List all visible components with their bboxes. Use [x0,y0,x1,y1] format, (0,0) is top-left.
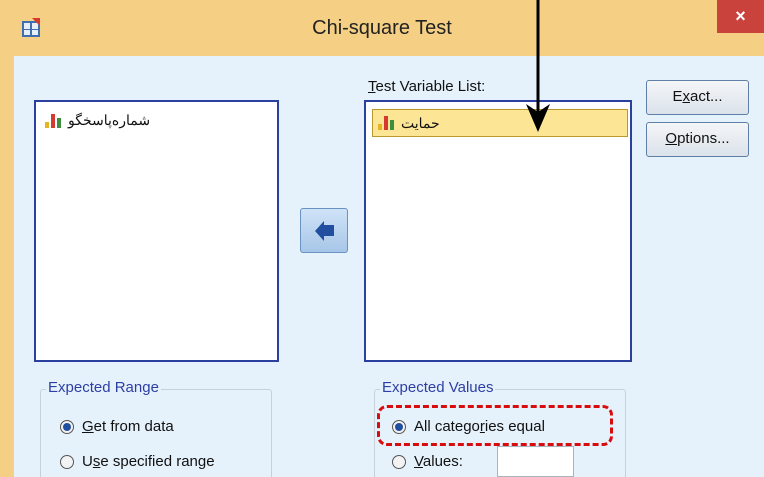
use-specified-range-radio[interactable] [60,455,74,469]
variable-name: شماره‌پاسخگو [68,112,151,128]
nominal-variable-icon [45,113,61,128]
nominal-variable-icon [378,116,394,130]
window-title: Chi-square Test [312,17,452,39]
test-variable-list[interactable]: حمایت [364,100,632,362]
arrow-left-icon [315,221,334,241]
values-label[interactable]: Values: [414,453,463,470]
title-bar[interactable]: Chi-square Test × [0,0,764,56]
variable-name: حمایت [401,114,440,131]
window-border [0,56,14,477]
expected-range-legend: Expected Range [46,379,161,396]
move-variable-button[interactable] [300,208,348,253]
options-button[interactable]: Options... [646,122,749,157]
get-from-data-label[interactable]: Get from data [82,418,174,435]
list-item[interactable]: حمایت [372,109,628,137]
values-radio[interactable] [392,455,406,469]
values-input[interactable] [497,446,574,477]
arrow-annotation-icon [526,0,550,132]
use-specified-range-label[interactable]: Use specified range [82,453,215,470]
test-variable-list-label: Test Variable List: [368,78,486,95]
highlight-annotation [377,405,613,446]
list-item[interactable]: شماره‌پاسخگو [44,112,150,129]
get-from-data-radio[interactable] [60,420,74,434]
close-button[interactable]: × [717,0,764,33]
source-variable-list[interactable]: شماره‌پاسخگو [34,100,279,362]
expected-values-legend: Expected Values [380,379,496,396]
chi-square-dialog: Chi-square Test × شماره‌پاسخگو Test Vari… [0,0,764,477]
exact-button[interactable]: Exact... [646,80,749,115]
